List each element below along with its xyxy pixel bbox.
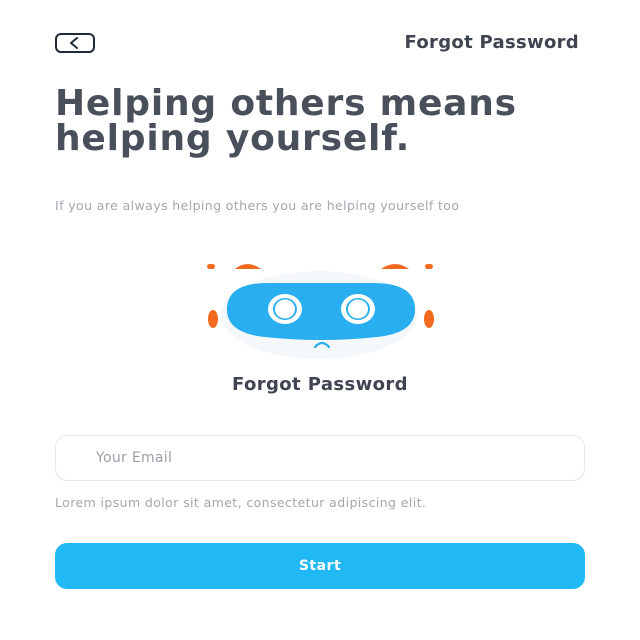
- helper-text: Lorem ipsum dolor sit amet, consectetur …: [55, 495, 427, 510]
- hero-subtext: If you are always helping others you are…: [55, 198, 460, 213]
- form-title: Forgot Password: [232, 374, 408, 395]
- forgot-password-screen: Forgot Password Helping others means hel…: [0, 0, 640, 640]
- header-title: Forgot Password: [404, 32, 579, 53]
- email-field[interactable]: [55, 435, 585, 481]
- chevron-left-icon: [70, 37, 78, 49]
- hero-headline: Helping others means helping yourself.: [55, 83, 517, 159]
- back-button[interactable]: [55, 33, 95, 53]
- robot-illustration: [207, 264, 434, 359]
- start-button[interactable]: Start: [55, 543, 585, 589]
